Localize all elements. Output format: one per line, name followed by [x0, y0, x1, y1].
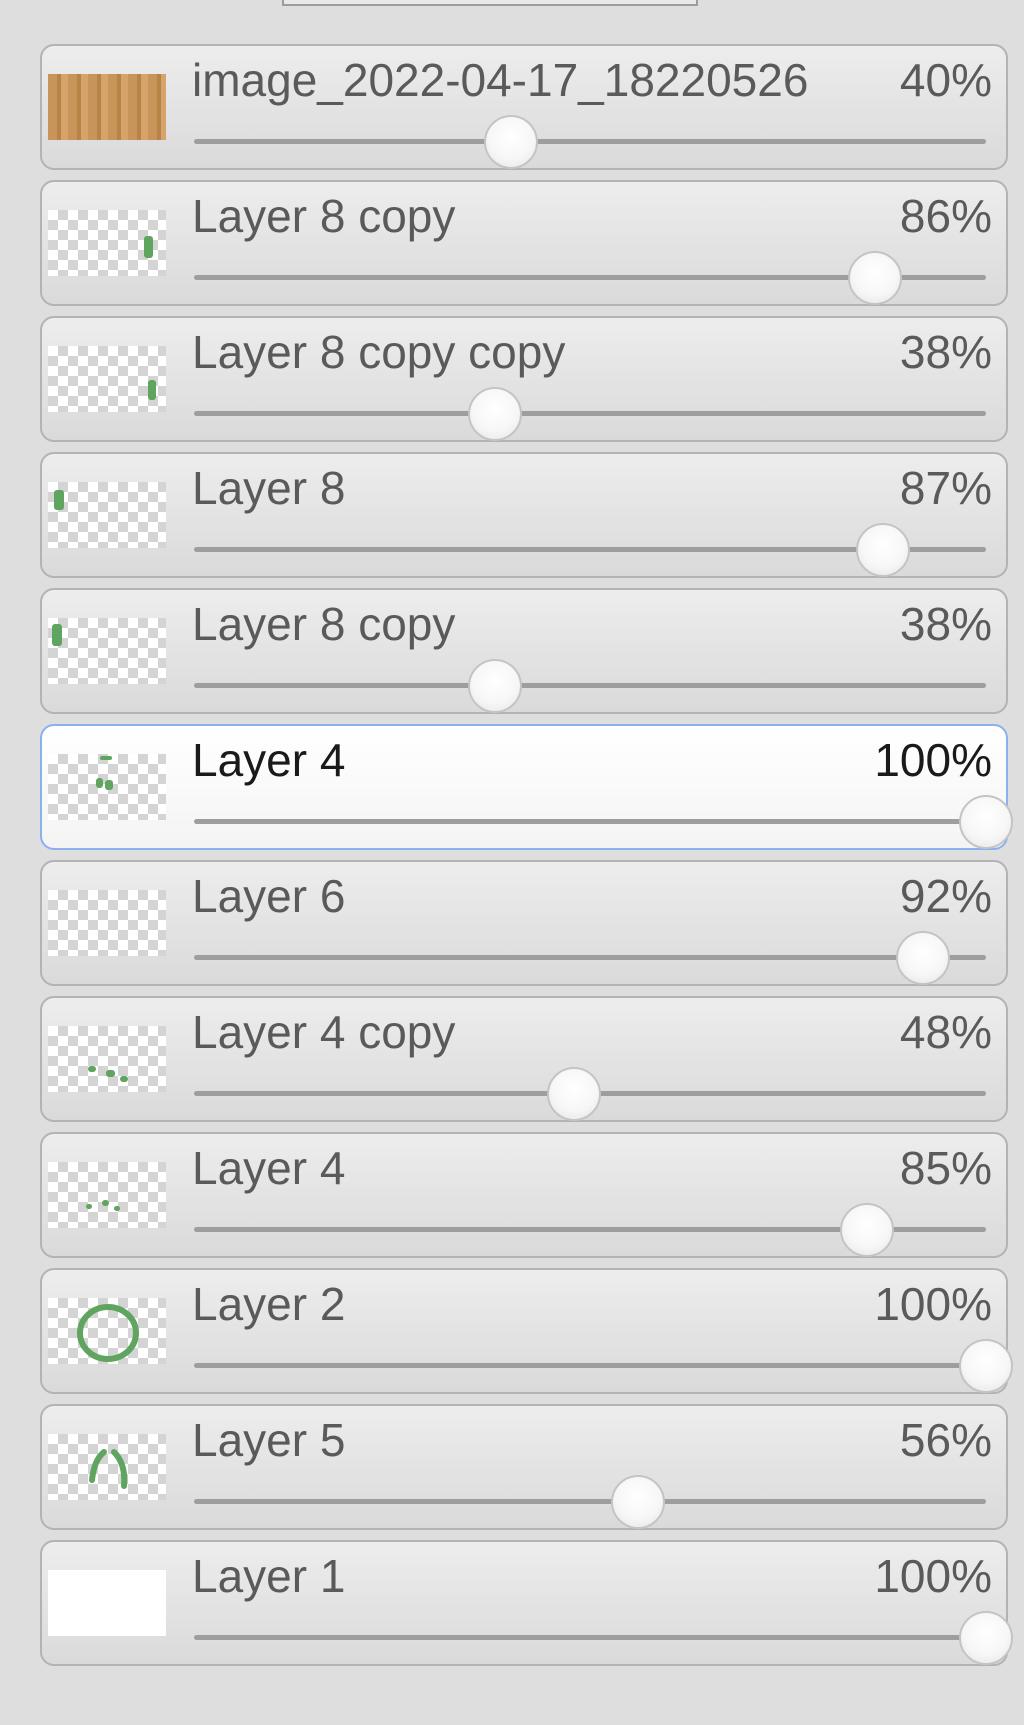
slider-knob[interactable] [959, 1611, 1013, 1665]
layer-opacity-value: 85% [899, 1142, 992, 1194]
slider-knob[interactable] [467, 659, 522, 713]
layer-name: Layer 2 [192, 1278, 346, 1330]
layer-row[interactable]: Layer 2 100% [40, 1268, 1013, 1394]
layer-name: Layer 4 [192, 734, 346, 786]
opacity-slider[interactable] [194, 931, 986, 985]
opacity-slider[interactable] [194, 523, 986, 577]
layer-name: Layer 6 [192, 870, 346, 922]
opacity-slider[interactable] [194, 387, 986, 441]
thumbnail-mark [88, 1066, 96, 1072]
layer-opacity-value: 86% [899, 190, 992, 242]
layer-row[interactable]: Layer 8 copy 86% [40, 180, 1008, 306]
slider-knob[interactable] [856, 523, 911, 577]
layer-row[interactable]: Layer 4 100% [40, 724, 1013, 850]
layer-opacity-value: 92% [899, 870, 992, 922]
layer-name: Layer 8 copy copy [192, 326, 566, 378]
layer-thumbnail [48, 754, 166, 820]
layer-name: Layer 4 copy [192, 1006, 456, 1058]
layer-row[interactable]: Layer 8 copy 38% [40, 588, 1008, 714]
layer-row[interactable]: Layer 8 87% [40, 452, 1008, 578]
layer-thumbnail [48, 618, 166, 684]
opacity-slider[interactable] [194, 115, 986, 169]
thumbnail-mark [106, 1070, 115, 1077]
layer-name: Layer 4 [192, 1142, 346, 1194]
layer-name: Layer 1 [192, 1550, 346, 1602]
slider-knob[interactable] [959, 1339, 1013, 1393]
layer-opacity-value: 87% [899, 462, 992, 514]
slider-knob[interactable] [848, 251, 903, 305]
slider-knob[interactable] [840, 1203, 895, 1257]
opacity-slider[interactable] [194, 1475, 986, 1529]
layer-name: image_2022-04-17_18220526 [192, 54, 809, 106]
layer-thumbnail [48, 74, 166, 140]
layer-opacity-value: 56% [899, 1414, 992, 1466]
layer-thumbnail [48, 1570, 166, 1636]
layer-opacity-value: 48% [899, 1006, 992, 1058]
thumbnail-mark [86, 1204, 92, 1209]
layer-thumbnail [48, 1434, 166, 1500]
layer-name: Layer 5 [192, 1414, 346, 1466]
slider-track [194, 411, 986, 416]
layer-thumbnail [48, 482, 166, 548]
thumbnail-mark [102, 1200, 109, 1206]
layer-row[interactable]: image_2022-04-17_18220526 40% [40, 44, 1008, 170]
layer-opacity-value: 38% [899, 326, 992, 378]
panel-header-box [282, 0, 698, 6]
slider-track [194, 1499, 986, 1504]
slider-track [194, 1635, 986, 1640]
layer-name: Layer 8 [192, 462, 346, 514]
opacity-slider[interactable] [194, 1611, 1013, 1665]
thumbnail-drawing [89, 1449, 128, 1489]
slider-track [194, 819, 986, 824]
thumbnail-mark [52, 624, 62, 646]
layer-opacity-value: 38% [899, 598, 992, 650]
thumbnail-mark [96, 778, 103, 788]
thumbnail-mark [114, 1206, 120, 1211]
slider-knob[interactable] [467, 387, 522, 441]
slider-knob[interactable] [959, 795, 1013, 849]
slider-knob[interactable] [895, 931, 950, 985]
slider-track [194, 683, 986, 688]
layer-row[interactable]: Layer 4 85% [40, 1132, 1008, 1258]
layer-thumbnail [48, 1162, 166, 1228]
layer-opacity-value: 100% [874, 1278, 992, 1330]
layer-opacity-value: 100% [874, 1550, 992, 1602]
layer-row[interactable]: Layer 8 copy copy 38% [40, 316, 1008, 442]
layer-thumbnail [48, 1298, 166, 1364]
layer-thumbnail [48, 346, 166, 412]
opacity-slider[interactable] [194, 795, 1013, 849]
layer-thumbnail [48, 890, 166, 956]
opacity-slider[interactable] [194, 1339, 1013, 1393]
layers-panel: image_2022-04-17_18220526 40% Layer 8 co… [40, 44, 1013, 1676]
opacity-slider[interactable] [194, 251, 986, 305]
layer-thumbnail [48, 1026, 166, 1092]
slider-track [194, 1363, 986, 1368]
thumbnail-mark [105, 780, 113, 790]
slider-track [194, 955, 986, 960]
thumbnail-mark [148, 380, 156, 400]
layer-opacity-value: 100% [874, 734, 992, 786]
opacity-slider[interactable] [194, 659, 986, 713]
thumbnail-mark [100, 756, 112, 760]
layer-thumbnail [48, 210, 166, 276]
thumbnail-mark [144, 236, 153, 258]
layer-row[interactable]: Layer 6 92% [40, 860, 1008, 986]
layer-row[interactable]: Layer 4 copy 48% [40, 996, 1008, 1122]
slider-track [194, 139, 986, 144]
opacity-slider[interactable] [194, 1067, 986, 1121]
slider-knob[interactable] [547, 1067, 602, 1121]
opacity-slider[interactable] [194, 1203, 986, 1257]
layer-opacity-value: 40% [899, 54, 992, 106]
layer-row[interactable]: Layer 1 100% [40, 1540, 1013, 1666]
thumbnail-mark [54, 490, 64, 510]
slider-knob[interactable] [610, 1475, 665, 1529]
layer-name: Layer 8 copy [192, 598, 456, 650]
layer-row[interactable]: Layer 5 56% [40, 1404, 1008, 1530]
layer-name: Layer 8 copy [192, 190, 456, 242]
thumbnail-mark [120, 1076, 128, 1082]
slider-knob[interactable] [483, 115, 538, 169]
thumbnail-drawing [77, 1304, 139, 1362]
